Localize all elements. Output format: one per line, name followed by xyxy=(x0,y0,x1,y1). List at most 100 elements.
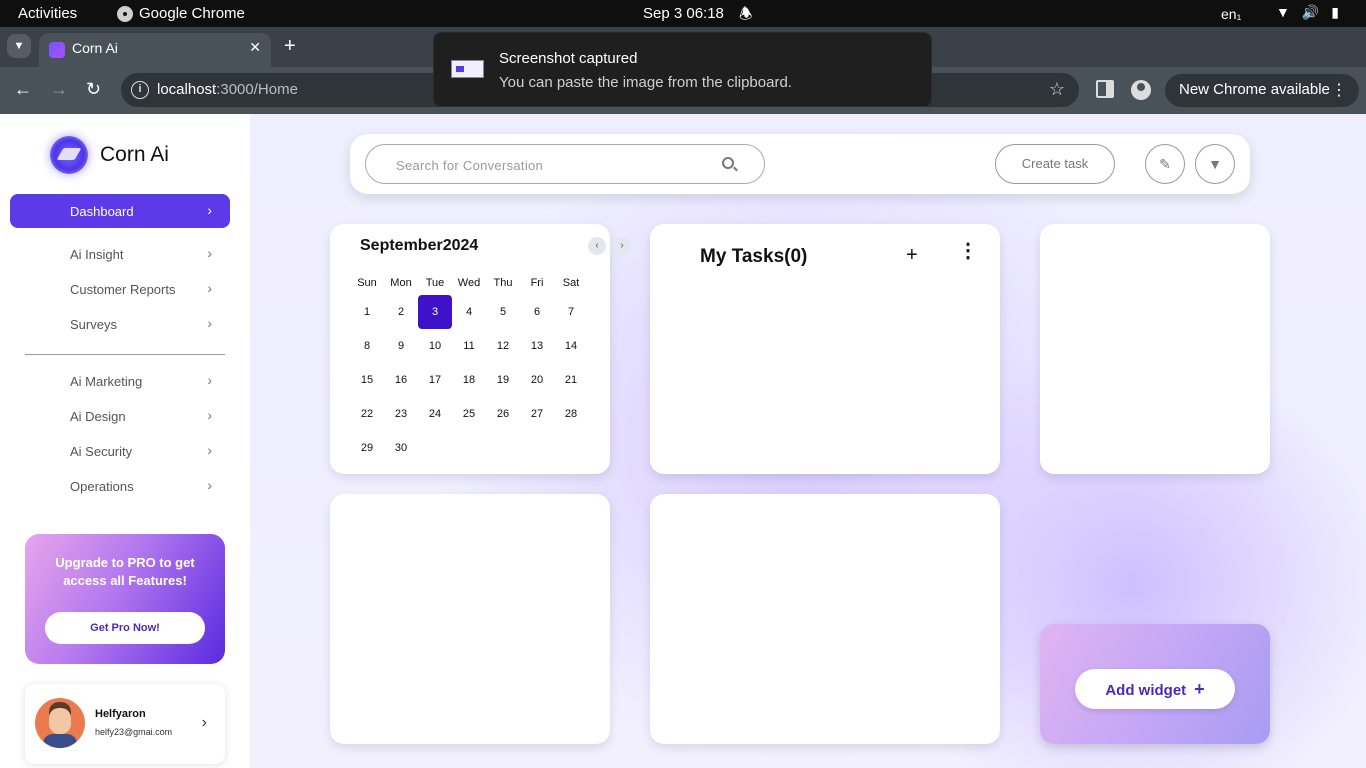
browser-tab[interactable]: Corn Ai ✕ xyxy=(39,33,271,67)
calendar-prev-chevron-left-icon[interactable]: ‹ xyxy=(588,237,606,255)
calendar-day[interactable]: 4 xyxy=(452,295,486,329)
tab-close-icon[interactable]: ✕ xyxy=(249,39,261,56)
sidebar-item-surveys[interactable]: Surveys › xyxy=(10,307,230,341)
calendar-day[interactable]: 13 xyxy=(520,329,554,363)
dashboard-header: Search for Conversation Create task ✎ ▼ xyxy=(350,134,1250,194)
my-tasks-widget: My Tasks(0) + ⋮ xyxy=(650,224,1000,474)
brand-name: Corn Ai xyxy=(100,143,169,166)
sidebar-item-ai-security[interactable]: Ai Security › xyxy=(10,434,230,468)
create-task-button[interactable]: Create task xyxy=(995,144,1115,184)
back-arrow-icon[interactable]: ← xyxy=(14,79,32,100)
calendar-day[interactable]: 15 xyxy=(350,363,384,397)
more-vertical-icon[interactable]: ⋮ xyxy=(958,241,978,261)
url-text[interactable]: localhost:3000/Home xyxy=(157,81,298,98)
calendar-day[interactable]: 10 xyxy=(418,329,452,363)
calendar-day[interactable]: 18 xyxy=(452,363,486,397)
calendar-day-selected[interactable]: 3 xyxy=(418,295,452,329)
empty-widget xyxy=(1040,224,1270,474)
page-viewport: Corn Ai Dashboard › Ai Insight › Custome… xyxy=(0,114,1366,768)
add-widget-button[interactable]: Add widget + xyxy=(1075,669,1235,709)
app-menu[interactable]: Google Chrome xyxy=(117,5,245,22)
empty-widget xyxy=(650,494,1000,744)
search-input[interactable]: Search for Conversation xyxy=(365,144,765,184)
calendar-day[interactable]: 11 xyxy=(452,329,486,363)
calendar-day[interactable]: 20 xyxy=(520,363,554,397)
tab-search-chevron-down-icon[interactable]: ▼ xyxy=(7,34,31,58)
calendar-next-chevron-right-icon[interactable]: › xyxy=(613,237,631,255)
reload-icon[interactable]: ↻ xyxy=(86,79,101,100)
calendar-day[interactable]: 14 xyxy=(554,329,588,363)
sidebar-item-ai-insight[interactable]: Ai Insight › xyxy=(10,237,230,271)
user-name: Helfyaron xyxy=(95,708,146,720)
chevron-right-icon: › xyxy=(207,202,212,218)
empty-widget xyxy=(330,494,610,744)
calendar-day[interactable]: 27 xyxy=(520,397,554,431)
calendar-month-title: September2024 xyxy=(360,237,479,254)
corn-ai-logo-icon xyxy=(50,136,88,174)
site-info-icon[interactable]: i xyxy=(131,81,149,99)
sidebar-item-ai-marketing[interactable]: Ai Marketing › xyxy=(10,364,230,398)
chevron-right-icon: › xyxy=(207,407,212,423)
new-tab-plus-icon[interactable]: + xyxy=(284,35,296,58)
calendar-day[interactable]: 9 xyxy=(384,329,418,363)
screenshot-toast[interactable]: Screenshot captured You can paste the im… xyxy=(433,32,932,107)
profile-icon[interactable] xyxy=(1131,80,1151,100)
activities-button[interactable]: Activities xyxy=(18,5,77,22)
chevron-right-icon[interactable]: › xyxy=(202,714,207,732)
battery-icon: ▮ xyxy=(1331,4,1340,20)
calendar-widget: September2024 ‹ › Sun Mon Tue Wed Thu Fri Sat 1… xyxy=(330,224,631,474)
corn-ai-favicon-icon xyxy=(49,42,65,58)
calendar-day[interactable]: 16 xyxy=(384,363,418,397)
new-chrome-available-button[interactable]: New Chrome available ⋮ xyxy=(1165,74,1359,107)
user-profile-card[interactable]: Helfyaron helfy23@gmai.com › xyxy=(25,684,225,764)
brand[interactable]: Corn Ai xyxy=(50,136,169,174)
sidebar-item-dashboard[interactable]: Dashboard › xyxy=(10,194,230,228)
system-tray[interactable]: ▼ 🔊 ▮ xyxy=(1276,4,1339,21)
calendar-day[interactable]: 28 xyxy=(554,397,588,431)
bookmark-star-icon[interactable]: ☆ xyxy=(1049,79,1065,100)
sidebar-item-customer-reports[interactable]: Customer Reports › xyxy=(10,272,230,306)
calendar-day[interactable]: 12 xyxy=(486,329,520,363)
calendar-day[interactable]: 25 xyxy=(452,397,486,431)
sidebar-item-operations[interactable]: Operations › xyxy=(10,469,230,503)
toast-message: You can paste the image from the clipboa… xyxy=(499,74,792,91)
plus-icon: + xyxy=(1194,679,1205,699)
calendar-day[interactable]: 19 xyxy=(486,363,520,397)
add-task-plus-icon[interactable]: + xyxy=(906,244,918,267)
calendar-day[interactable]: 22 xyxy=(350,397,384,431)
calendar-day[interactable]: 8 xyxy=(350,329,384,363)
calendar-day[interactable]: 23 xyxy=(384,397,418,431)
volume-icon: 🔊 xyxy=(1301,4,1320,20)
calendar-day[interactable]: 7 xyxy=(554,295,588,329)
chevron-right-icon: › xyxy=(207,280,212,296)
os-top-bar: Activities Google Chrome Sep 3 06:18 🕭 e… xyxy=(0,0,1366,27)
forward-arrow-icon[interactable]: → xyxy=(50,79,68,100)
my-tasks-title: My Tasks(0) xyxy=(700,246,808,267)
sidebar-item-ai-design[interactable]: Ai Design › xyxy=(10,399,230,433)
avatar xyxy=(35,698,85,748)
add-widget-card: Add widget + xyxy=(1040,624,1270,744)
calendar-day[interactable]: 6 xyxy=(520,295,554,329)
toast-title: Screenshot captured xyxy=(499,50,638,67)
chevron-right-icon: › xyxy=(207,372,212,388)
side-panel-icon[interactable] xyxy=(1096,80,1114,98)
calendar-day[interactable]: 30 xyxy=(384,431,418,465)
calendar-day[interactable]: 26 xyxy=(486,397,520,431)
calendar-day[interactable]: 1 xyxy=(350,295,384,329)
calendar-day[interactable]: 2 xyxy=(384,295,418,329)
search-icon[interactable] xyxy=(722,157,734,169)
sidebar-divider xyxy=(25,354,225,355)
calendar-day[interactable]: 29 xyxy=(350,431,384,465)
tab-title: Corn Ai xyxy=(72,40,118,56)
calendar-day[interactable]: 21 xyxy=(554,363,588,397)
filter-icon[interactable]: ▼ xyxy=(1195,144,1235,184)
calendar-day[interactable]: 5 xyxy=(486,295,520,329)
calendar-day[interactable]: 24 xyxy=(418,397,452,431)
get-pro-button[interactable]: Get Pro Now! xyxy=(45,612,205,644)
wifi-icon: ▼ xyxy=(1276,4,1290,20)
calendar-day[interactable]: 17 xyxy=(418,363,452,397)
pencil-icon[interactable]: ✎ xyxy=(1145,144,1185,184)
clock[interactable]: Sep 3 06:18 xyxy=(643,5,724,22)
upgrade-text: Upgrade to PRO to get access all Feature… xyxy=(55,555,195,588)
input-language[interactable]: en₁ xyxy=(1221,6,1241,22)
